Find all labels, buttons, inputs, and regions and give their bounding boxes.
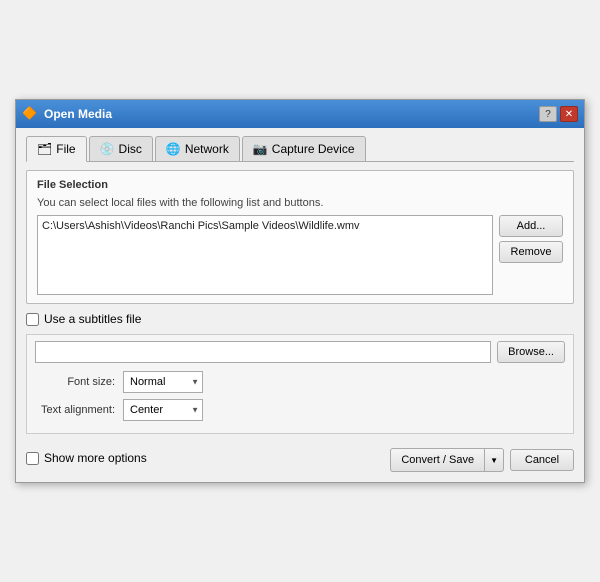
subtitle-checkbox-row: Use a subtitles file: [26, 312, 574, 326]
bottom-buttons: Convert / Save ▼ Cancel: [390, 444, 574, 472]
window-title: Open Media: [44, 107, 112, 121]
capture-tab-icon: 📷: [253, 142, 268, 156]
font-size-select-wrapper: Normal Small Large ▼: [123, 371, 203, 393]
help-button[interactable]: ?: [539, 106, 557, 122]
show-more-row: Show more options: [26, 451, 147, 465]
show-more-checkbox[interactable]: [26, 452, 39, 465]
browse-button[interactable]: Browse...: [497, 341, 565, 363]
dialog-content: 🗂 File 💿 Disc 🌐 Network 📷 Capture Device…: [16, 128, 584, 482]
subtitles-outer: Use a subtitles file Browse... Font size…: [26, 312, 574, 434]
file-section-title: File Selection: [37, 179, 563, 191]
text-alignment-row: Text alignment: Center Left Right ▼: [35, 399, 565, 421]
browse-row: Browse...: [35, 341, 565, 363]
cancel-button[interactable]: Cancel: [510, 449, 574, 471]
subtitle-checkbox[interactable]: [26, 313, 39, 326]
open-media-dialog: 🔶 Open Media ? ✕ 🗂 File 💿 Disc 🌐 Network: [15, 99, 585, 483]
network-tab-label: Network: [185, 142, 229, 156]
font-size-row: Font size: Normal Small Large ▼: [35, 371, 565, 393]
tab-file[interactable]: 🗂 File: [26, 136, 87, 162]
show-more-label: Show more options: [44, 451, 147, 465]
text-alignment-select[interactable]: Center Left Right: [123, 399, 203, 421]
title-bar-left: 🔶 Open Media: [22, 106, 112, 122]
file-tab-label: File: [56, 142, 75, 156]
file-buttons: Add... Remove: [499, 215, 563, 263]
tab-capture[interactable]: 📷 Capture Device: [242, 136, 366, 161]
file-area: C:\Users\Ashish\Videos\Ranchi Pics\Sampl…: [37, 215, 563, 295]
bottom-bar: Show more options Convert / Save ▼ Cance…: [26, 444, 574, 472]
text-alignment-label: Text alignment:: [35, 404, 115, 416]
file-list[interactable]: C:\Users\Ashish\Videos\Ranchi Pics\Sampl…: [37, 215, 493, 295]
title-bar-controls: ? ✕: [539, 106, 578, 122]
tab-bar: 🗂 File 💿 Disc 🌐 Network 📷 Capture Device: [26, 136, 574, 162]
tab-disc[interactable]: 💿 Disc: [89, 136, 153, 161]
file-selection-section: File Selection You can select local file…: [26, 170, 574, 304]
file-tab-icon: 🗂: [37, 142, 52, 156]
font-size-select[interactable]: Normal Small Large: [123, 371, 203, 393]
file-section-desc: You can select local files with the foll…: [37, 197, 563, 209]
font-size-label: Font size:: [35, 376, 115, 388]
add-button[interactable]: Add...: [499, 215, 563, 237]
subtitle-fields: Browse... Font size: Normal Small Large …: [26, 334, 574, 434]
convert-save-split-button: Convert / Save ▼: [390, 448, 504, 472]
network-tab-icon: 🌐: [166, 142, 181, 156]
subtitle-file-input[interactable]: [35, 341, 491, 363]
text-alignment-select-wrapper: Center Left Right ▼: [123, 399, 203, 421]
tab-network[interactable]: 🌐 Network: [155, 136, 240, 161]
remove-button[interactable]: Remove: [499, 241, 563, 263]
convert-save-button[interactable]: Convert / Save: [390, 448, 484, 472]
file-list-item: C:\Users\Ashish\Videos\Ranchi Pics\Sampl…: [42, 220, 488, 232]
disc-tab-label: Disc: [119, 142, 142, 156]
app-icon: 🔶: [22, 106, 38, 122]
subtitle-checkbox-label: Use a subtitles file: [44, 312, 141, 326]
convert-save-dropdown[interactable]: ▼: [484, 448, 504, 472]
disc-tab-icon: 💿: [100, 142, 115, 156]
close-button[interactable]: ✕: [560, 106, 578, 122]
title-bar: 🔶 Open Media ? ✕: [16, 100, 584, 128]
capture-tab-label: Capture Device: [272, 142, 355, 156]
